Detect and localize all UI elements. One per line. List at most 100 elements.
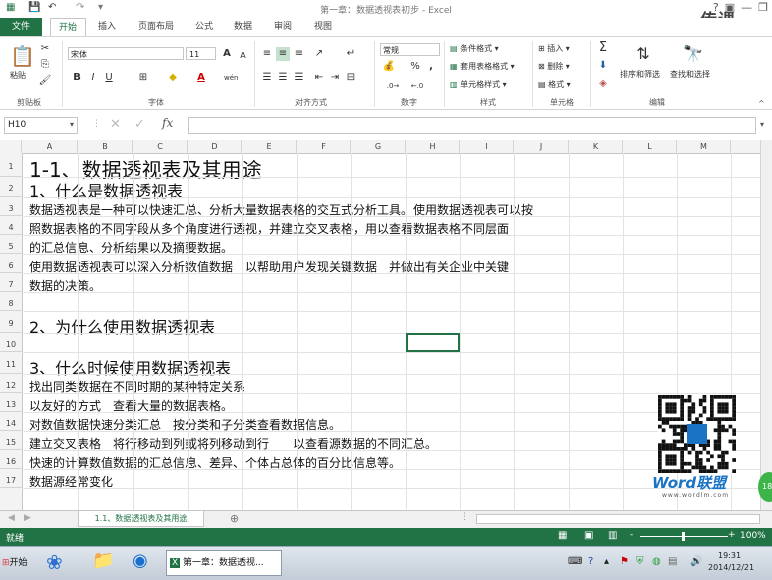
- decrease-indent-icon[interactable]: ⇤: [312, 71, 326, 85]
- tab-split-icon[interactable]: ⋮: [460, 512, 469, 522]
- insert-function-button[interactable]: fx: [162, 116, 173, 130]
- vertical-scrollbar[interactable]: [760, 140, 772, 510]
- row-header[interactable]: 11: [0, 352, 22, 374]
- tab-view[interactable]: 视图: [306, 18, 340, 36]
- merge-center-icon[interactable]: ⊟: [344, 71, 358, 85]
- zoom-out-button[interactable]: -: [630, 530, 633, 540]
- browser-icon[interactable]: ◉: [132, 550, 156, 576]
- column-header-c[interactable]: C: [133, 140, 188, 153]
- row-header[interactable]: 8: [0, 292, 22, 311]
- comma-button[interactable]: ,: [424, 60, 438, 74]
- align-middle-icon[interactable]: ≡: [276, 47, 290, 61]
- keyboard-icon[interactable]: ⌨: [568, 556, 582, 567]
- italic-button[interactable]: I: [86, 71, 100, 85]
- copy-icon[interactable]: ⎘: [38, 58, 52, 72]
- column-header-g[interactable]: G: [351, 140, 406, 153]
- enter-icon[interactable]: ✓: [134, 117, 145, 132]
- collapse-ribbon-icon[interactable]: ^: [758, 99, 765, 108]
- bold-button[interactable]: B: [70, 71, 84, 85]
- normal-view-icon[interactable]: ▦: [558, 530, 567, 541]
- align-bottom-icon[interactable]: ≡: [292, 47, 306, 61]
- decrease-decimal-icon[interactable]: ←.0: [410, 79, 424, 93]
- taskbar-app-icon-1[interactable]: ❀: [46, 550, 70, 576]
- select-all-corner[interactable]: [0, 140, 22, 153]
- phonetic-button[interactable]: wén: [224, 71, 238, 85]
- new-sheet-icon[interactable]: ⊕: [230, 512, 239, 525]
- increase-decimal-icon[interactable]: .0→: [386, 79, 400, 93]
- network-icon[interactable]: ▤: [668, 556, 677, 567]
- font-name-combo[interactable]: 宋体: [68, 47, 184, 60]
- align-top-icon[interactable]: ≡: [260, 47, 274, 61]
- row-header[interactable]: 14: [0, 412, 22, 431]
- flag-icon[interactable]: ⚑: [620, 556, 629, 567]
- minimize-icon[interactable]: —: [741, 1, 752, 14]
- start-button[interactable]: ⊞开始: [2, 550, 38, 576]
- fill-color-icon[interactable]: ◆: [166, 71, 180, 85]
- find-select-button[interactable]: 查找和选择: [670, 69, 710, 80]
- sheet-tab-1[interactable]: 1.1、数据透视表及其用途: [78, 511, 204, 527]
- row-header[interactable]: 3: [0, 197, 22, 216]
- tab-data[interactable]: 数据: [226, 18, 260, 36]
- delete-cells-button[interactable]: ⊠ 删除 ▾: [538, 61, 570, 72]
- zoom-slider-handle[interactable]: [682, 532, 685, 541]
- paste-icon[interactable]: 📋: [10, 43, 35, 69]
- sort-filter-button[interactable]: 排序和筛选: [620, 69, 660, 80]
- column-header-f[interactable]: F: [297, 140, 351, 153]
- expand-formula-icon[interactable]: ▾: [760, 120, 764, 129]
- shield-icon[interactable]: ⛨: [636, 556, 644, 567]
- page-break-view-icon[interactable]: ▥: [608, 530, 617, 541]
- tab-formulas[interactable]: 公式: [188, 18, 220, 36]
- name-box-dropdown-icon[interactable]: ▾: [70, 120, 74, 129]
- wrap-text-icon[interactable]: ↵: [344, 47, 358, 61]
- shrink-font-button[interactable]: A: [236, 49, 250, 63]
- font-color-button[interactable]: A: [194, 71, 208, 85]
- worksheet-grid[interactable]: ABCDEFGHIJKLM 1 2 3 4 5 6 7 8 9 10 11 12 13 14 15 16 17 …: [0, 140, 760, 510]
- column-header-m[interactable]: M: [677, 140, 731, 153]
- grow-font-button[interactable]: A: [220, 47, 234, 61]
- row-header[interactable]: 12: [0, 374, 22, 393]
- tab-home[interactable]: 开始: [50, 18, 86, 36]
- clear-icon[interactable]: ◈: [596, 77, 610, 91]
- zoom-in-button[interactable]: +: [728, 530, 736, 540]
- insert-cells-button[interactable]: ⊞ 插入 ▾: [538, 43, 570, 54]
- row-header[interactable]: 1: [0, 153, 22, 177]
- row-header[interactable]: 5: [0, 235, 22, 254]
- row-header[interactable]: 7: [0, 273, 22, 292]
- row-header[interactable]: 9: [0, 311, 22, 333]
- horizontal-scrollbar[interactable]: [476, 514, 760, 524]
- currency-icon[interactable]: 💰: [382, 60, 396, 74]
- row-header[interactable]: 6: [0, 254, 22, 273]
- column-header-j[interactable]: J: [514, 140, 569, 153]
- row-header[interactable]: 4: [0, 216, 22, 235]
- cell-styles-button[interactable]: ▥ 单元格样式 ▾: [450, 79, 507, 90]
- borders-icon[interactable]: ⊞: [136, 71, 150, 85]
- autosum-icon[interactable]: Σ: [596, 41, 610, 55]
- row-header[interactable]: 16: [0, 450, 22, 469]
- format-cells-button[interactable]: ▤ 格式 ▾: [538, 79, 571, 90]
- increase-indent-icon[interactable]: ⇥: [328, 71, 342, 85]
- prev-sheet-icon[interactable]: ◀: [8, 513, 15, 523]
- file-explorer-icon[interactable]: 📁: [92, 550, 116, 576]
- column-header-b[interactable]: B: [78, 140, 133, 153]
- row-header[interactable]: 2: [0, 177, 22, 197]
- volume-icon[interactable]: 🔊: [690, 556, 702, 567]
- cancel-icon[interactable]: ✕: [110, 117, 121, 132]
- format-painter-icon[interactable]: 🖌: [38, 74, 52, 88]
- font-size-combo[interactable]: 11: [186, 47, 216, 60]
- align-left-icon[interactable]: ☰: [260, 71, 274, 85]
- conditional-format-button[interactable]: ▤ 条件格式 ▾: [450, 43, 499, 54]
- cut-icon[interactable]: ✂: [38, 42, 52, 56]
- help-tray-icon[interactable]: ?: [588, 556, 593, 567]
- column-header-k[interactable]: K: [569, 140, 623, 153]
- row-header[interactable]: 13: [0, 393, 22, 412]
- taskbar-excel-window[interactable]: X 第一章：数据透视...: [166, 550, 282, 576]
- tab-review[interactable]: 审阅: [266, 18, 300, 36]
- cell-a2[interactable]: 1、什么是数据透视表: [29, 178, 183, 202]
- column-header-l[interactable]: L: [623, 140, 677, 153]
- paste-button[interactable]: 粘贴: [10, 70, 26, 81]
- sort-filter-icon[interactable]: ⇅: [632, 43, 654, 65]
- column-header-h[interactable]: H: [406, 140, 460, 153]
- tray-expand-icon[interactable]: ▴: [604, 556, 609, 567]
- percent-button[interactable]: %: [408, 60, 422, 74]
- column-header-d[interactable]: D: [188, 140, 242, 153]
